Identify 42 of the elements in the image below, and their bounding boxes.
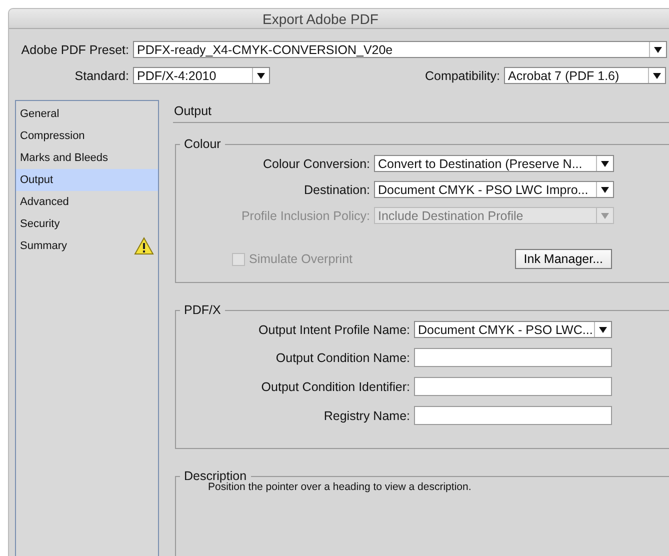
input-field[interactable] (414, 406, 612, 425)
group-legend: Colour (180, 137, 225, 151)
field-label: Destination: (302, 182, 370, 196)
field-label: Registry Name: (322, 408, 410, 422)
standard-label: Standard: (74, 68, 129, 82)
input-field[interactable] (414, 377, 612, 396)
dropdown-arrow-icon (599, 326, 607, 332)
field-label: Output Condition Identifier: (260, 380, 410, 394)
dropdown[interactable]: Convert to Destination (Preserve N... (374, 155, 614, 172)
sidebar-item[interactable]: Compression (16, 125, 158, 147)
dropdown-arrow-icon (601, 212, 609, 218)
preset-label: Adobe PDF Preset: (20, 42, 129, 56)
input-field[interactable] (414, 348, 612, 367)
sidebar-item[interactable]: Output (16, 169, 158, 191)
warning-icon (134, 237, 154, 255)
sidebar-item[interactable]: Security (16, 213, 158, 235)
sidebar-item[interactable]: General (16, 103, 158, 125)
sidebar-item[interactable]: Advanced (16, 191, 158, 213)
dropdown-arrow-icon (601, 186, 609, 192)
dropdown-arrow-icon (601, 160, 609, 166)
section-title: Output (173, 100, 669, 123)
window-title: Export Adobe PDF (262, 10, 378, 26)
group-legend: PDF/X (180, 303, 225, 317)
dropdown-arrow-icon (257, 72, 265, 78)
ink-manager-button[interactable]: Ink Manager... (514, 249, 612, 269)
checkbox-label: Simulate Overprint (249, 252, 353, 266)
sidebar-item[interactable]: Summary (16, 235, 158, 257)
field-label: Output Intent Profile Name: (258, 322, 410, 336)
description-text: Position the pointer over a heading to view a description. (208, 481, 472, 493)
group-legend: Description (180, 469, 251, 483)
dropdown-arrow-icon (654, 46, 662, 52)
standard-dropdown[interactable]: PDF/X-4:2010 (133, 67, 270, 84)
dropdown-arrow-icon (653, 72, 661, 78)
field-label: Colour Conversion: (262, 156, 370, 170)
dropdown[interactable]: Document CMYK - PSO LWC Impro... (374, 181, 614, 198)
field-label: Output Condition Name: (274, 350, 410, 364)
compatibility-label: Compatibility: (424, 68, 500, 82)
compatibility-dropdown[interactable]: Acrobat 7 (PDF 1.6) (504, 67, 666, 84)
dropdown[interactable]: Document CMYK - PSO LWC... (414, 321, 612, 338)
preset-dropdown[interactable]: PDFX-ready_X4-CMYK-CONVERSION_V20e (133, 41, 667, 58)
sidebar-item[interactable]: Marks and Bleeds (16, 147, 158, 169)
field-label: Profile Inclusion Policy: (240, 208, 370, 222)
